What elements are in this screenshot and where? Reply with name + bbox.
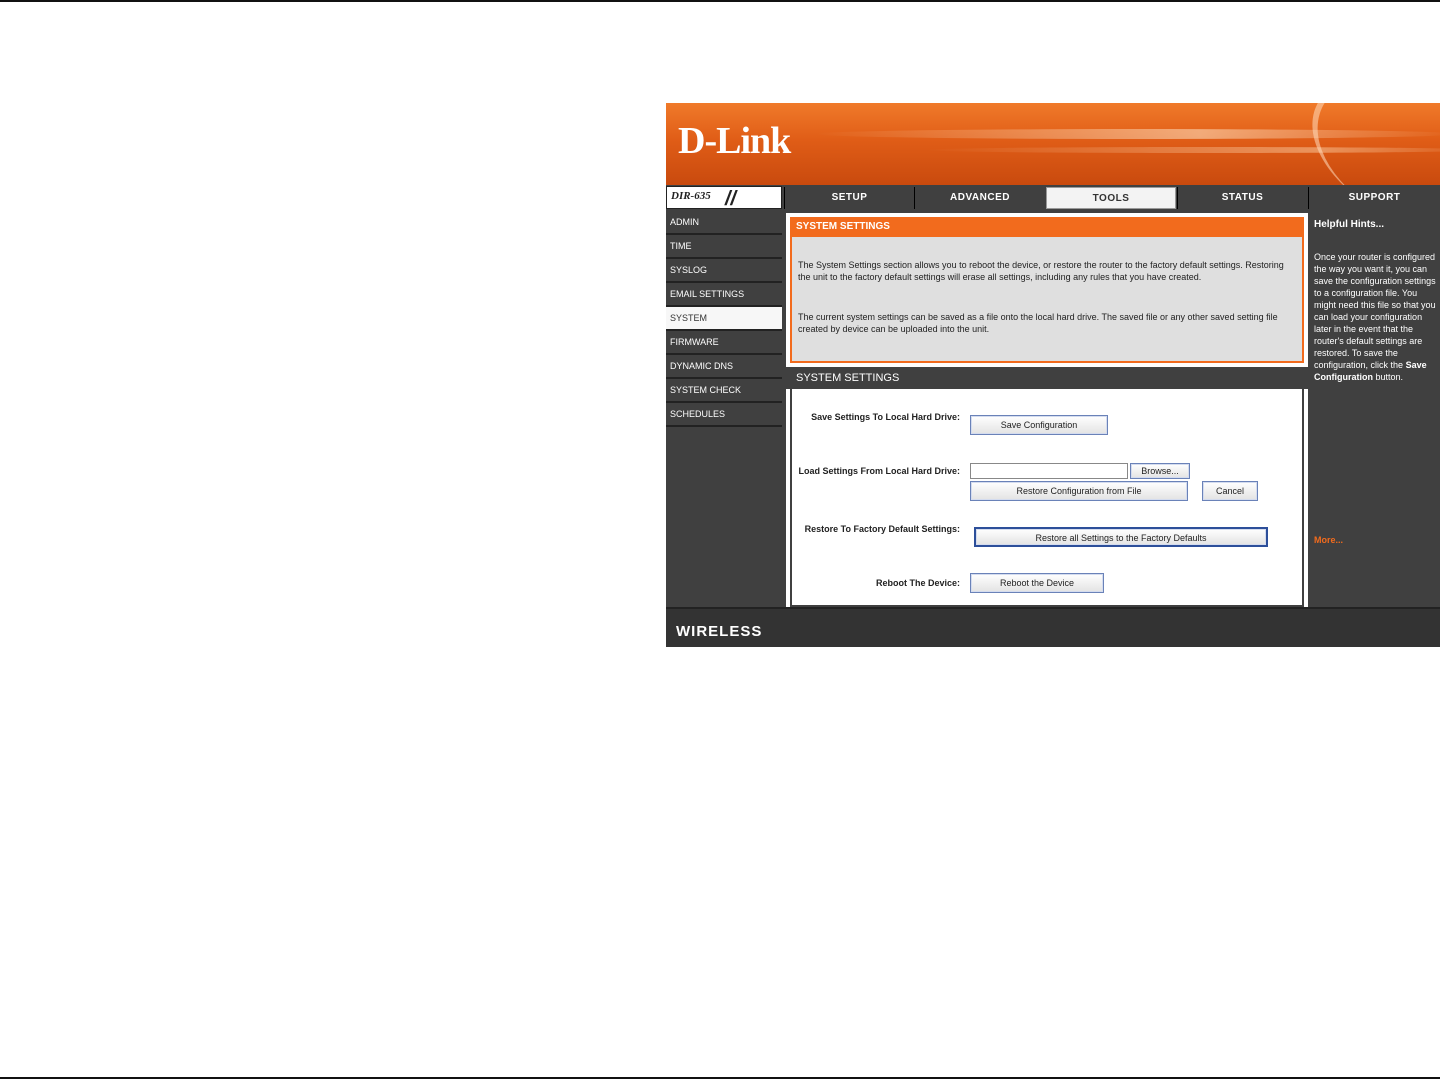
- sidebar-item-time[interactable]: TIME: [666, 235, 782, 259]
- sidebar-item-email-settings[interactable]: EMAIL SETTINGS: [666, 283, 782, 307]
- intro-paragraph: The System Settings section allows you t…: [798, 260, 1284, 282]
- sidebar-item-admin[interactable]: ADMIN: [666, 211, 782, 235]
- reboot-label: Reboot The Device:: [875, 578, 960, 588]
- load-settings-label: Load Settings From Local Hard Drive:: [798, 466, 960, 476]
- sidebar-item-system[interactable]: SYSTEM: [666, 307, 782, 331]
- top-rule: [0, 0, 1440, 2]
- model-badge: DIR-635 //: [666, 186, 782, 210]
- help-text-end: button.: [1375, 372, 1404, 382]
- form-heading: SYSTEM SETTINGS: [786, 367, 1308, 389]
- browse-button[interactable]: Browse...: [1130, 463, 1190, 479]
- system-settings-form: Save Settings To Local Hard Drive: Save …: [790, 389, 1304, 607]
- help-title: Helpful Hints...: [1314, 219, 1384, 230]
- more-link[interactable]: More...: [1314, 535, 1343, 545]
- tab-setup[interactable]: SETUP: [784, 187, 914, 209]
- footer-bar: WIRELESS: [666, 607, 1440, 647]
- main-content: SYSTEM SETTINGS The System Settings sect…: [786, 213, 1308, 611]
- save-configuration-button[interactable]: Save Configuration: [970, 415, 1108, 435]
- config-file-input[interactable]: [970, 463, 1128, 479]
- sidebar-item-schedules[interactable]: SCHEDULES: [666, 403, 782, 427]
- banner-swoosh: [1287, 103, 1440, 185]
- restore-factory-defaults-button[interactable]: Restore all Settings to the Factory Defa…: [974, 527, 1268, 547]
- reboot-device-button[interactable]: Reboot the Device: [970, 573, 1104, 593]
- help-text: Once your router is configured the way y…: [1314, 252, 1436, 370]
- save-settings-label: Save Settings To Local Hard Drive:: [811, 412, 960, 422]
- sidebar-item-firmware[interactable]: FIRMWARE: [666, 331, 782, 355]
- wireless-brand: WIRELESS: [676, 623, 763, 640]
- helpful-hints-panel: Helpful Hints... Once your router is con…: [1312, 213, 1440, 611]
- tab-advanced[interactable]: ADVANCED: [914, 187, 1045, 209]
- model-name: DIR-635: [671, 190, 711, 202]
- header-banner: D-Link: [666, 103, 1440, 185]
- router-admin-screenshot: D-Link DIR-635 // SETUP ADVANCED TOOLS S…: [666, 103, 1440, 647]
- dlink-logo: D-Link: [678, 120, 791, 162]
- cancel-button[interactable]: Cancel: [1202, 481, 1258, 501]
- help-body: Once your router is configured the way y…: [1314, 251, 1438, 383]
- sidebar-item-syslog[interactable]: SYSLOG: [666, 259, 782, 283]
- tab-tools[interactable]: TOOLS: [1046, 187, 1176, 209]
- factory-defaults-label: Restore To Factory Default Settings:: [804, 524, 960, 534]
- tab-support[interactable]: SUPPORT: [1308, 187, 1440, 209]
- slash-divider-icon: //: [725, 188, 737, 210]
- intro-paragraph: The current system settings can be saved…: [798, 312, 1278, 334]
- bottom-rule: [0, 1077, 1440, 1079]
- section-heading: SYSTEM SETTINGS: [790, 217, 1304, 237]
- sidebar-item-system-check[interactable]: SYSTEM CHECK: [666, 379, 782, 403]
- intro-box: The System Settings section allows you t…: [790, 237, 1304, 363]
- tab-status[interactable]: STATUS: [1177, 187, 1307, 209]
- sidebar: ADMIN TIME SYSLOG EMAIL SETTINGS SYSTEM …: [666, 211, 782, 427]
- sidebar-item-dynamic-dns[interactable]: DYNAMIC DNS: [666, 355, 782, 379]
- restore-from-file-button[interactable]: Restore Configuration from File: [970, 481, 1188, 501]
